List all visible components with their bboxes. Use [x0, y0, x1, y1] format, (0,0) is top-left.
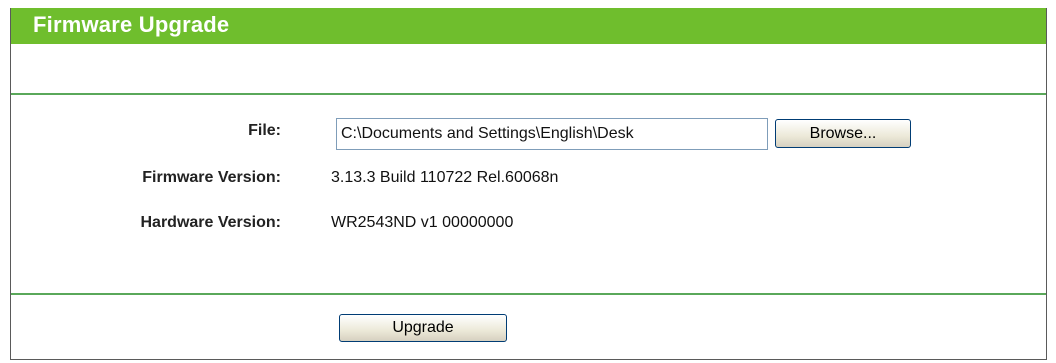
file-label: File: — [248, 122, 281, 139]
top-divider — [11, 93, 1046, 95]
bottom-divider — [11, 293, 1046, 295]
firmware-upgrade-panel: Firmware Upgrade File: C:\Documents and … — [10, 8, 1047, 360]
hardware-version-value: WR2543ND v1 00000000 — [331, 214, 514, 231]
upgrade-button[interactable]: Upgrade — [339, 314, 507, 342]
page-title: Firmware Upgrade — [33, 12, 230, 37]
hardware-version-label: Hardware Version: — [140, 214, 282, 231]
browse-button[interactable]: Browse... — [775, 119, 911, 148]
panel-header: Firmware Upgrade — [11, 8, 1046, 44]
firmware-version-value: 3.13.3 Build 110722 Rel.60068n — [331, 169, 559, 186]
firmware-version-label: Firmware Version: — [142, 169, 281, 186]
file-path-input[interactable]: C:\Documents and Settings\English\Desk — [336, 118, 768, 150]
